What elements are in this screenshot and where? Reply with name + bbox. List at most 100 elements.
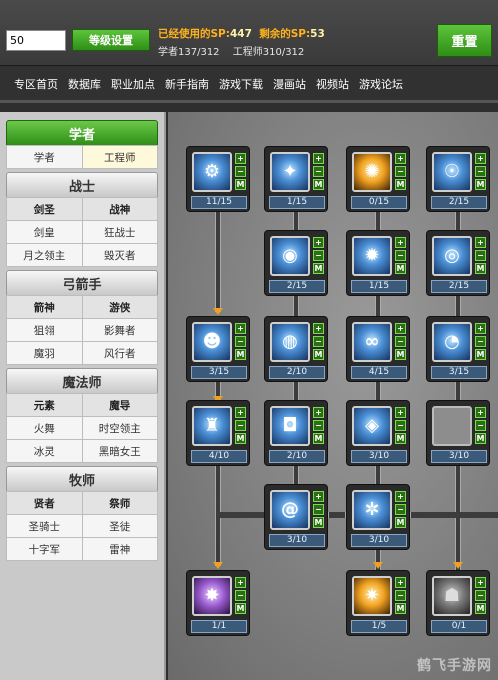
subclass-item[interactable]: 黑暗女王 [81, 439, 158, 463]
nav-link[interactable]: 漫画站 [273, 76, 306, 92]
skill-max-button[interactable]: M [235, 433, 246, 444]
skill-max-button[interactable]: M [313, 179, 324, 190]
subclass-item[interactable]: 月之领主 [6, 243, 83, 267]
skill-max-button[interactable]: M [395, 517, 406, 528]
skill-minus-button[interactable]: − [313, 420, 324, 431]
reset-button[interactable]: 重置 [437, 24, 492, 57]
skill-max-button[interactable]: M [475, 179, 486, 190]
class-header[interactable]: 牧师 [6, 466, 158, 492]
nav-link[interactable]: 新手指南 [165, 76, 209, 92]
explosion-skill-icon[interactable]: ✷ [352, 576, 392, 616]
subclass-item[interactable]: 学者 [6, 145, 83, 169]
skill-max-button[interactable]: M [313, 433, 324, 444]
skill-max-button[interactable]: M [475, 263, 486, 274]
subclass-item[interactable]: 祭师 [81, 491, 158, 515]
skill-plus-button[interactable]: + [235, 153, 246, 164]
goggle-skill-icon[interactable]: ∞ [352, 322, 392, 362]
subclass-item[interactable]: 魔羽 [6, 341, 83, 365]
subclass-item[interactable]: 毁灭者 [81, 243, 158, 267]
skill-max-button[interactable]: M [395, 603, 406, 614]
skill-plus-button[interactable]: + [395, 153, 406, 164]
skill-max-button[interactable]: M [235, 349, 246, 360]
swirl-skill-icon[interactable]: @ [270, 490, 310, 530]
skill-minus-button[interactable]: − [235, 166, 246, 177]
skill-max-button[interactable]: M [395, 263, 406, 274]
subclass-item[interactable]: 圣骑士 [6, 514, 83, 538]
skill-minus-button[interactable]: − [313, 504, 324, 515]
robot-skill-icon[interactable]: ☉ [432, 152, 472, 192]
drone-skill-icon[interactable]: ◈ [352, 406, 392, 446]
subclass-item[interactable]: 雷神 [81, 537, 158, 561]
skill-minus-button[interactable]: − [395, 504, 406, 515]
level-input[interactable] [6, 30, 66, 51]
helmet-skill-icon[interactable]: ◘ [270, 406, 310, 446]
skill-minus-button[interactable]: − [475, 166, 486, 177]
subclass-item[interactable]: 元素 [6, 393, 83, 417]
nav-link[interactable]: 游戏论坛 [359, 76, 403, 92]
skill-max-button[interactable]: M [313, 517, 324, 528]
set-level-button[interactable]: 等级设置 [72, 29, 150, 51]
skill-plus-button[interactable]: + [235, 407, 246, 418]
skill-plus-button[interactable]: + [395, 237, 406, 248]
clock-skill-icon[interactable]: ◔ [432, 322, 472, 362]
mech-skill-icon[interactable]: ⚙ [192, 152, 232, 192]
robot-head-skill-icon[interactable]: ✲ [352, 490, 392, 530]
subclass-item[interactable]: 箭神 [6, 295, 83, 319]
empty-skill-icon[interactable] [432, 406, 472, 446]
skill-plus-button[interactable]: + [313, 237, 324, 248]
subclass-item[interactable]: 剑皇 [6, 220, 83, 244]
fire-burst-skill-icon[interactable]: ✺ [352, 152, 392, 192]
subclass-item[interactable]: 魔导 [81, 393, 158, 417]
alarm-skill-icon[interactable]: ◎ [432, 236, 472, 276]
class-header[interactable]: 魔法师 [6, 368, 158, 394]
nav-link[interactable]: 专区首页 [14, 76, 58, 92]
skill-minus-button[interactable]: − [395, 336, 406, 347]
skill-minus-button[interactable]: − [313, 250, 324, 261]
wrench-skill-icon[interactable]: ✦ [270, 152, 310, 192]
subclass-item[interactable]: 工程师 [81, 145, 158, 169]
skill-plus-button[interactable]: + [235, 577, 246, 588]
skill-plus-button[interactable]: + [475, 153, 486, 164]
skill-minus-button[interactable]: − [395, 166, 406, 177]
subclass-item[interactable]: 剑圣 [6, 197, 83, 221]
skill-minus-button[interactable]: − [475, 336, 486, 347]
skill-minus-button[interactable]: − [395, 590, 406, 601]
skill-plus-button[interactable]: + [313, 153, 324, 164]
subclass-item[interactable]: 火舞 [6, 416, 83, 440]
nav-link[interactable]: 数据库 [68, 76, 101, 92]
skill-minus-button[interactable]: − [313, 166, 324, 177]
skill-plus-button[interactable]: + [395, 407, 406, 418]
gear-skill-icon[interactable]: ✹ [352, 236, 392, 276]
class-header[interactable]: 学者 [6, 120, 158, 146]
skill-max-button[interactable]: M [475, 603, 486, 614]
skill-minus-button[interactable]: − [235, 590, 246, 601]
skull-skill-icon[interactable]: ☻ [192, 322, 232, 362]
subclass-item[interactable]: 十字军 [6, 537, 83, 561]
skill-max-button[interactable]: M [395, 349, 406, 360]
subclass-item[interactable]: 狙翎 [6, 318, 83, 342]
ultimate-purple-skill-icon[interactable]: ✸ [192, 576, 232, 616]
skill-minus-button[interactable]: − [475, 590, 486, 601]
nav-link[interactable]: 视频站 [316, 76, 349, 92]
subclass-item[interactable]: 战神 [81, 197, 158, 221]
skill-plus-button[interactable]: + [235, 323, 246, 334]
subclass-item[interactable]: 时空领主 [81, 416, 158, 440]
subclass-item[interactable]: 影舞者 [81, 318, 158, 342]
subclass-item[interactable]: 狂战士 [81, 220, 158, 244]
skill-plus-button[interactable]: + [313, 491, 324, 502]
skill-minus-button[interactable]: − [475, 250, 486, 261]
skill-max-button[interactable]: M [313, 349, 324, 360]
turret-skill-icon[interactable]: ♜ [192, 406, 232, 446]
skill-max-button[interactable]: M [395, 179, 406, 190]
skill-minus-button[interactable]: − [313, 336, 324, 347]
orb-skill-icon[interactable]: ◉ [270, 236, 310, 276]
subclass-item[interactable]: 冰灵 [6, 439, 83, 463]
skill-max-button[interactable]: M [235, 603, 246, 614]
skill-plus-button[interactable]: + [475, 577, 486, 588]
subclass-item[interactable]: 游侠 [81, 295, 158, 319]
skill-plus-button[interactable]: + [395, 577, 406, 588]
nav-link[interactable]: 职业加点 [111, 76, 155, 92]
skill-plus-button[interactable]: + [313, 407, 324, 418]
skill-max-button[interactable]: M [395, 433, 406, 444]
skill-plus-button[interactable]: + [395, 491, 406, 502]
